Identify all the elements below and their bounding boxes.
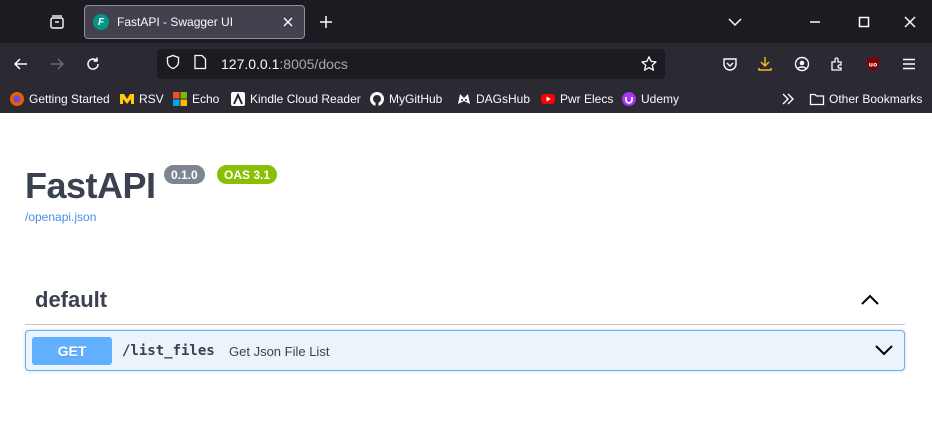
bookmark-mygithub[interactable]: MyGitHub <box>369 90 442 108</box>
bookmark-kindle-cloud-reader[interactable]: Kindle Cloud Reader <box>230 90 361 108</box>
swagger-page: FastAPI 0.1.0 OAS 3.1 /openapi.json defa… <box>0 113 932 423</box>
bookmark-label: Kindle Cloud Reader <box>250 92 361 106</box>
tab-title: FastAPI - Swagger UI <box>117 15 234 29</box>
reload-icon[interactable] <box>80 51 106 77</box>
bookmark-label: DAGsHub <box>476 92 531 106</box>
close-tab-icon[interactable] <box>280 14 296 30</box>
api-title: FastAPI <box>25 165 156 206</box>
udemy-icon <box>621 91 637 107</box>
forward-arrow-icon[interactable] <box>44 51 70 77</box>
tab-overflow-chevron-icon[interactable] <box>721 8 749 36</box>
github-icon <box>369 91 385 107</box>
fastapi-favicon-icon: F <box>93 14 109 30</box>
pocket-icon[interactable] <box>717 51 743 77</box>
url-host: 127.0.0.1 <box>221 56 280 72</box>
bookmark-dagshub[interactable]: DAGsHub <box>456 90 530 108</box>
bookmark-rsv[interactable]: RSV <box>119 90 164 108</box>
svg-text:uo: uo <box>869 62 877 69</box>
tag-name: default <box>35 287 108 312</box>
dagshub-icon <box>456 91 472 107</box>
http-method-badge: GET <box>32 337 112 365</box>
bookmark-star-icon[interactable] <box>639 54 659 74</box>
bookmark-udemy[interactable]: Udemy <box>621 90 679 108</box>
bookmark-label: MyGitHub <box>389 92 443 106</box>
maximize-window-icon[interactable] <box>850 8 878 36</box>
url-bar[interactable]: 127.0.0.1:8005/docs <box>157 49 665 79</box>
browser-tab-active[interactable]: F FastAPI - Swagger UI <box>84 5 305 39</box>
url-text[interactable]: 127.0.0.1:8005/docs <box>221 56 348 72</box>
browser-tab-bar: F FastAPI - Swagger UI <box>0 0 932 43</box>
bookmark-label: Udemy <box>641 92 680 106</box>
chevron-down-icon[interactable] <box>874 341 894 359</box>
openapi-spec-link[interactable]: /openapi.json <box>25 210 96 224</box>
bookmark-echo[interactable]: Echo <box>172 90 219 108</box>
ublock-origin-icon[interactable]: uo <box>860 51 886 77</box>
bookmark-label: Echo <box>192 92 220 106</box>
operation-path: /list_files <box>122 343 215 359</box>
back-arrow-icon[interactable] <box>8 51 34 77</box>
version-badge: 0.1.0 <box>164 165 205 184</box>
browser-nav-bar: 127.0.0.1:8005/docs uo <box>0 43 932 84</box>
bookmark-getting-started[interactable]: Getting Started <box>9 90 110 108</box>
new-tab-icon[interactable] <box>314 10 338 34</box>
bookmark-label: Getting Started <box>29 92 110 106</box>
close-window-icon[interactable] <box>896 8 924 36</box>
michigan-m-icon <box>119 91 135 107</box>
bookmark-pwr-elecs[interactable]: Pwr Elecs <box>540 90 613 108</box>
menu-hamburger-icon[interactable] <box>896 51 922 77</box>
tab-list-icon[interactable] <box>45 10 69 34</box>
bookmarks-overflow-chevron-icon[interactable] <box>781 90 795 108</box>
extensions-icon[interactable] <box>824 51 850 77</box>
url-path: :8005/docs <box>279 56 348 72</box>
youtube-icon <box>540 91 556 107</box>
microsoft-icon <box>172 91 188 107</box>
bookmark-label: RSV <box>139 92 164 106</box>
other-bookmarks-label: Other Bookmarks <box>829 92 923 106</box>
operation-get-list-files[interactable]: GET /list_files Get Json File List <box>25 330 905 371</box>
downloads-icon[interactable] <box>752 51 778 77</box>
page-info-icon[interactable] <box>193 54 207 75</box>
minimize-window-icon[interactable] <box>801 8 829 36</box>
bookmark-label: Pwr Elecs <box>560 92 614 106</box>
other-bookmarks-folder[interactable]: Other Bookmarks <box>809 90 922 108</box>
firefox-icon <box>9 91 25 107</box>
bookmarks-toolbar: Getting Started RSV Echo Kindle Cloud Re… <box>0 84 932 113</box>
folder-icon <box>809 91 825 107</box>
operation-summary: Get Json File List <box>229 344 330 359</box>
oas-badge: OAS 3.1 <box>217 165 278 184</box>
shield-icon[interactable] <box>165 54 181 75</box>
chevron-up-icon[interactable] <box>859 291 881 309</box>
kindle-icon <box>230 91 246 107</box>
tag-section-header[interactable]: default <box>25 279 905 325</box>
account-icon[interactable] <box>789 51 815 77</box>
